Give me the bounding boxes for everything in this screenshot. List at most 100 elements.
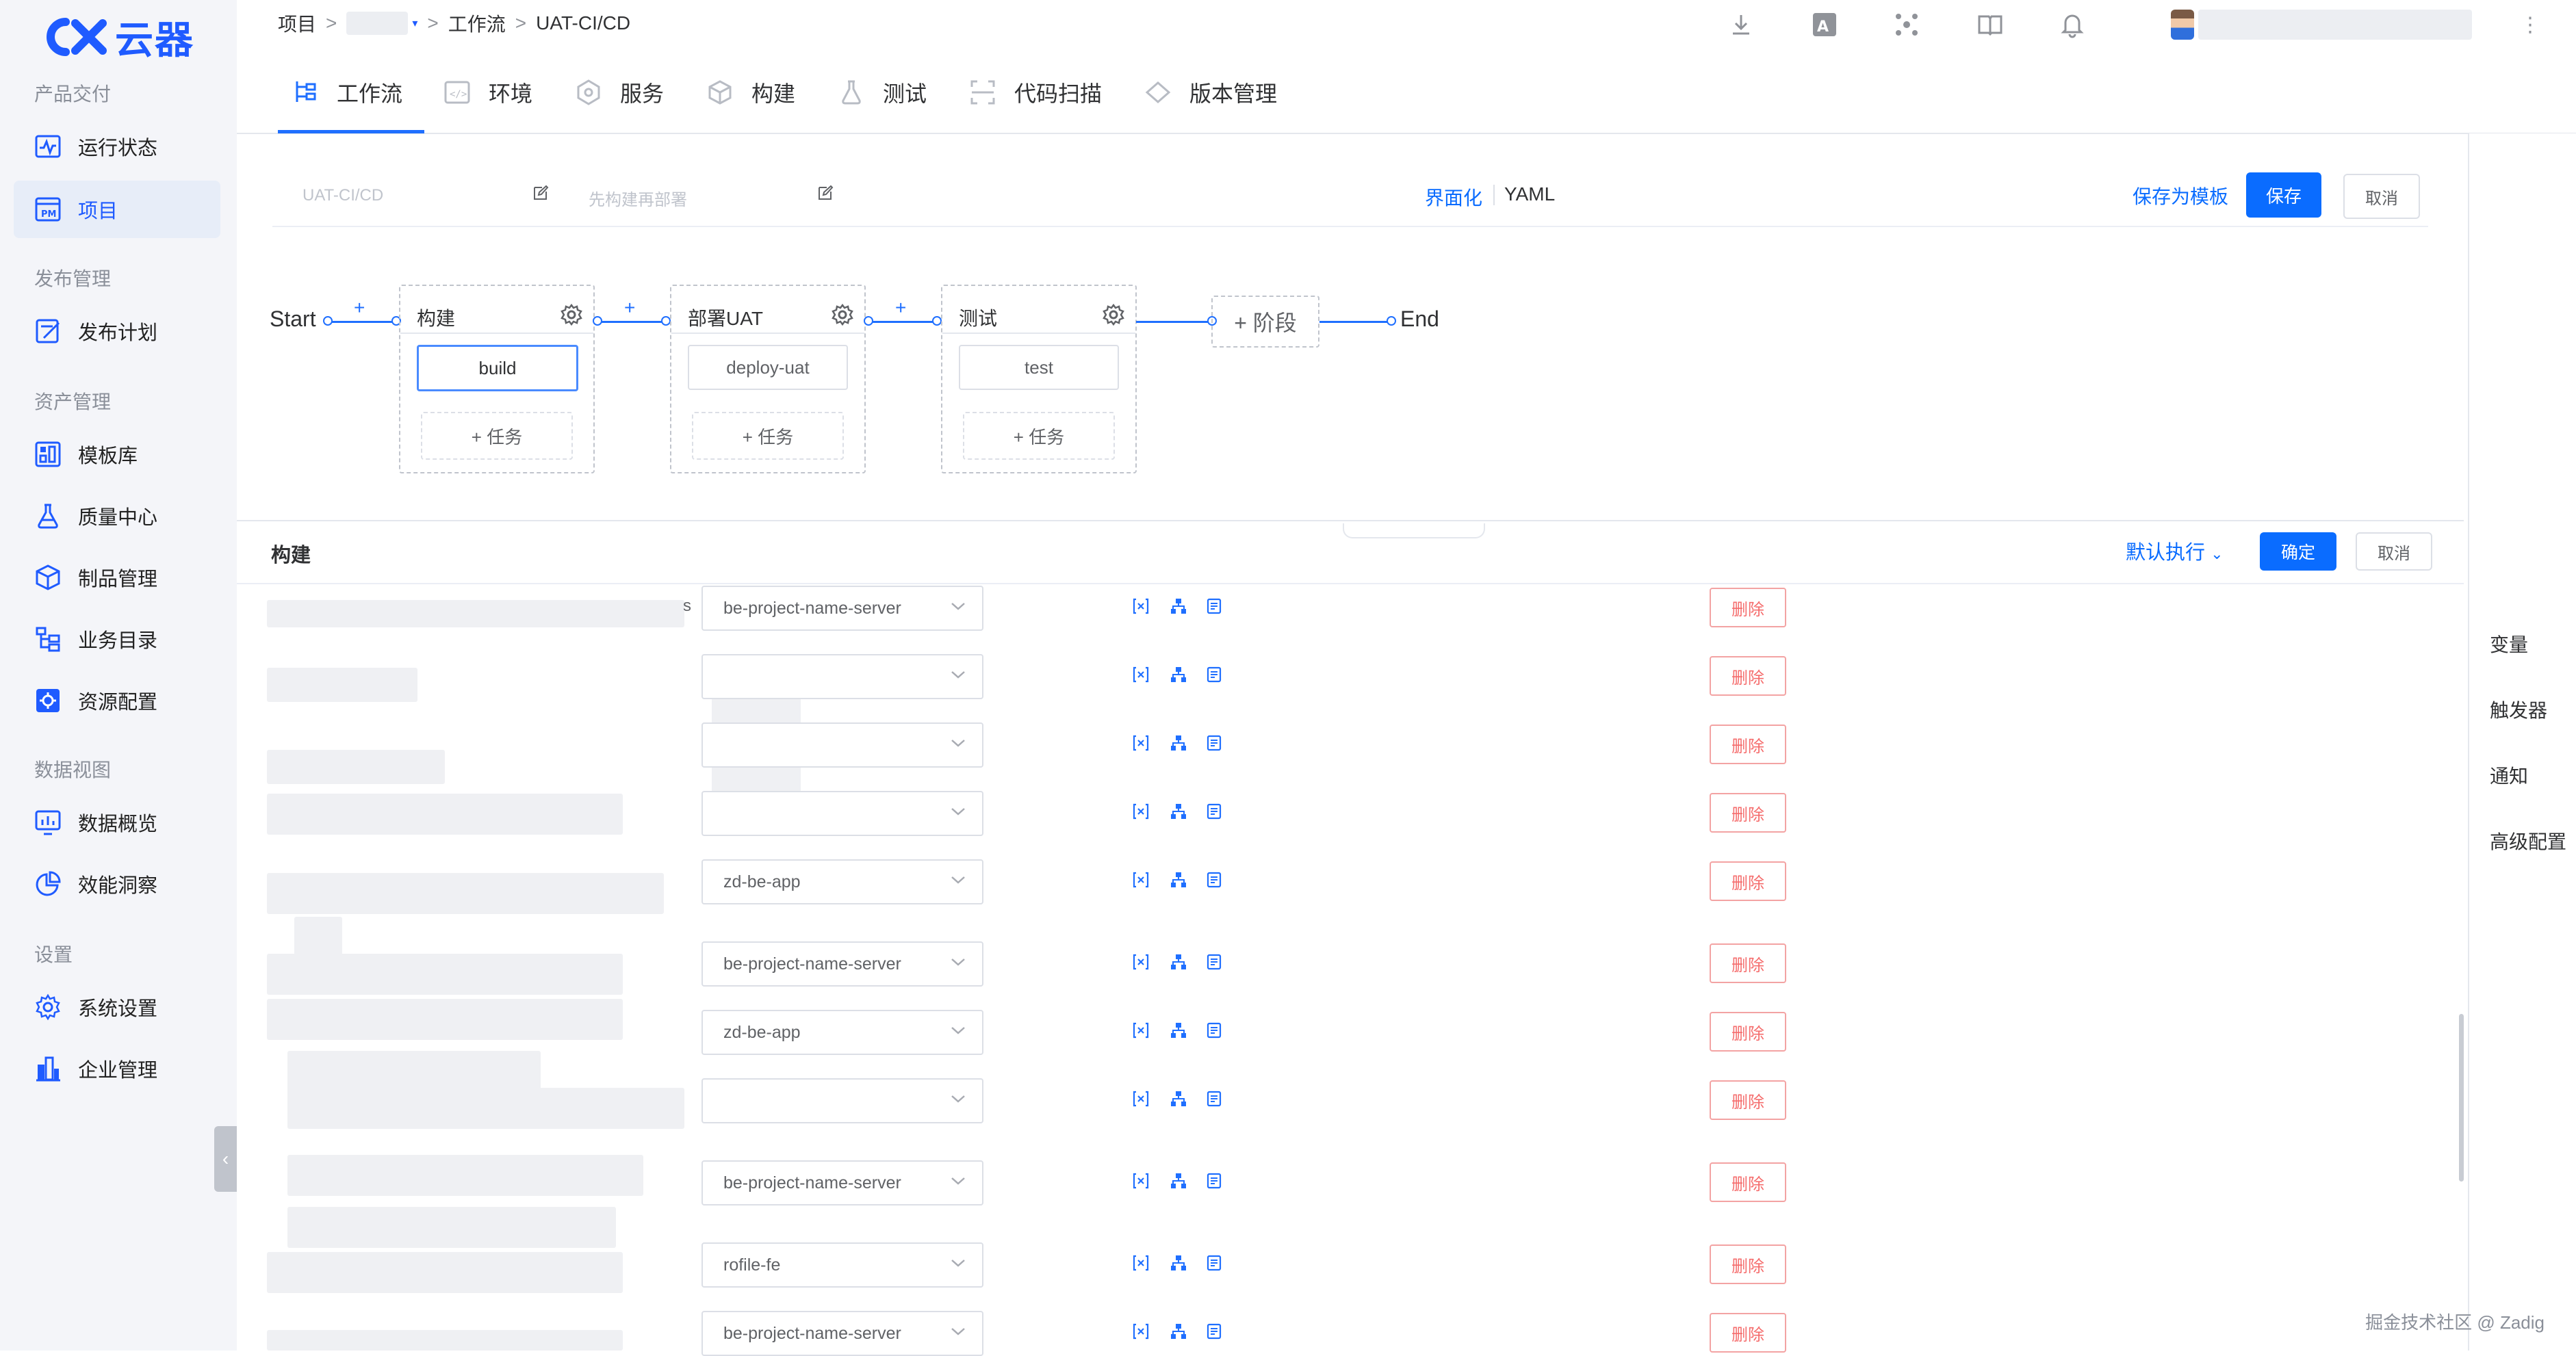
dependency-tree-icon[interactable] [1170, 666, 1187, 683]
sidebar-collapse-button[interactable]: ‹ [214, 1126, 237, 1192]
integration-nodes-icon[interactable] [1893, 11, 1920, 38]
sidebar-item-enterprise[interactable]: 企业管理 [14, 1040, 220, 1097]
config-document-icon[interactable] [1206, 803, 1224, 820]
variables-icon[interactable] [1132, 953, 1150, 971]
default-exec-dropdown[interactable]: 默认执行 ⌄ [2126, 536, 2224, 565]
edit-description-icon[interactable] [817, 185, 834, 201]
docs-book-icon[interactable] [1976, 11, 2004, 38]
side-panel-triggers[interactable]: 触发器 [2490, 696, 2547, 723]
sidebar-item-run-status[interactable]: 运行状态 [14, 118, 220, 175]
scrollbar[interactable] [2459, 1014, 2464, 1182]
delete-row-button[interactable]: 删除 [1710, 588, 1786, 627]
insert-stage-plus-button[interactable]: + [895, 297, 906, 319]
service-select[interactable]: zd-be-app [701, 1010, 983, 1055]
sidebar-item-catalog[interactable]: 业务目录 [14, 610, 220, 668]
translate-icon[interactable]: A [1811, 11, 1838, 38]
sidebar-item-project[interactable]: PM 项目 [14, 181, 220, 238]
dependency-tree-icon[interactable] [1170, 1021, 1187, 1039]
dependency-tree-icon[interactable] [1170, 1254, 1187, 1272]
more-vertical-icon[interactable]: ⋮ [2520, 13, 2540, 37]
tab-service[interactable]: 服务 [575, 52, 664, 133]
stage-deploy-uat[interactable]: 部署UAT deploy-uat + 任务 [670, 285, 866, 473]
delete-row-button[interactable]: 删除 [1710, 943, 1786, 983]
service-select[interactable]: be-project-name-server [701, 1160, 983, 1205]
edit-name-icon[interactable] [532, 185, 549, 201]
dependency-tree-icon[interactable] [1170, 597, 1187, 615]
user-menu[interactable]: ⋮ [2171, 8, 2540, 41]
dependency-tree-icon[interactable] [1170, 1172, 1187, 1190]
sidebar-item-resource-config[interactable]: 资源配置 [14, 672, 220, 729]
config-document-icon[interactable] [1206, 666, 1224, 683]
variables-icon[interactable] [1132, 666, 1150, 683]
variables-icon[interactable] [1132, 803, 1150, 820]
config-document-icon[interactable] [1206, 734, 1224, 752]
save-button[interactable]: 保存 [2246, 172, 2321, 218]
delete-row-button[interactable]: 删除 [1710, 861, 1786, 901]
delete-row-button[interactable]: 删除 [1710, 1080, 1786, 1120]
sidebar-item-data-overview[interactable]: 数据概览 [14, 794, 220, 851]
delete-row-button[interactable]: 删除 [1710, 793, 1786, 833]
sidebar-item-template-library[interactable]: 模板库 [14, 426, 220, 483]
tab-test[interactable]: 测试 [838, 52, 927, 133]
side-panel-notifications[interactable]: 通知 [2490, 761, 2528, 789]
workflow-description-field[interactable]: 先构建再部署 [589, 186, 687, 210]
download-icon[interactable] [1727, 11, 1755, 38]
confirm-button[interactable]: 确定 [2260, 532, 2336, 571]
tab-version-management[interactable]: 版本管理 [1144, 52, 1277, 133]
sidebar-item-system-settings[interactable]: 系统设置 [14, 978, 220, 1036]
tab-environment[interactable]: </> 环境 [443, 52, 532, 133]
breadcrumb-dropdown-icon[interactable]: ▾ [412, 16, 417, 30]
dependency-tree-icon[interactable] [1170, 734, 1187, 752]
dependency-tree-icon[interactable] [1170, 953, 1187, 971]
delete-row-button[interactable]: 删除 [1710, 725, 1786, 764]
service-select[interactable]: be-project-name-server [701, 586, 983, 631]
breadcrumb-project-name-redacted[interactable] [346, 12, 409, 35]
notification-bell-icon[interactable] [2059, 11, 2086, 38]
delete-row-button[interactable]: 删除 [1710, 1244, 1786, 1284]
mode-ui-toggle[interactable]: 界面化 [1425, 183, 1482, 211]
delete-row-button[interactable]: 删除 [1710, 1162, 1786, 1202]
dependency-tree-icon[interactable] [1170, 1090, 1187, 1108]
service-select[interactable]: zd-be-app [701, 859, 983, 904]
mode-yaml-toggle[interactable]: YAML [1504, 183, 1555, 205]
stage-test[interactable]: 测试 test + 任务 [941, 285, 1137, 473]
sidebar-item-efficiency-insight[interactable]: 效能洞察 [14, 855, 220, 913]
config-document-icon[interactable] [1206, 871, 1224, 889]
variables-icon[interactable] [1132, 734, 1150, 752]
dependency-tree-icon[interactable] [1170, 1322, 1187, 1340]
variables-icon[interactable] [1132, 1172, 1150, 1190]
tab-build[interactable]: 构建 [706, 52, 795, 133]
config-document-icon[interactable] [1206, 1172, 1224, 1190]
config-document-icon[interactable] [1206, 1322, 1224, 1340]
cancel-button[interactable]: 取消 [2343, 174, 2420, 219]
variables-icon[interactable] [1132, 1322, 1150, 1340]
insert-stage-plus-button[interactable]: + [354, 297, 365, 319]
panel-splitter[interactable] [237, 520, 2464, 521]
service-select[interactable] [701, 791, 983, 836]
delete-row-button[interactable]: 删除 [1710, 656, 1786, 696]
sidebar-item-quality-center[interactable]: 质量中心 [14, 487, 220, 545]
breadcrumb-root[interactable]: 项目 [278, 10, 316, 37]
config-document-icon[interactable] [1206, 1090, 1224, 1108]
delete-row-button[interactable]: 删除 [1710, 1313, 1786, 1353]
add-task-button[interactable]: + 任务 [421, 412, 573, 460]
stage-settings-gear-icon[interactable] [1103, 304, 1124, 326]
service-select[interactable] [701, 654, 983, 699]
variables-icon[interactable] [1132, 597, 1150, 615]
service-select[interactable]: rofile-fe [701, 1242, 983, 1288]
panel-cancel-button[interactable]: 取消 [2356, 532, 2432, 571]
brand-logo[interactable]: 云器 [40, 12, 194, 62]
save-as-template-button[interactable]: 保存为模板 [2133, 182, 2228, 209]
tab-workflow[interactable]: 工作流 [292, 52, 402, 133]
workflow-name-field[interactable]: UAT-CI/CD [302, 186, 383, 205]
variables-icon[interactable] [1132, 1021, 1150, 1039]
stage-settings-gear-icon[interactable] [561, 304, 582, 326]
side-panel-advanced[interactable]: 高级配置 [2490, 827, 2566, 855]
side-panel-variables[interactable]: 变量 [2490, 630, 2528, 657]
service-select[interactable]: be-project-name-server [701, 1311, 983, 1356]
sidebar-item-release-plan[interactable]: 发布计划 [14, 302, 220, 360]
service-select[interactable]: be-project-name-server [701, 941, 983, 987]
job-card-test[interactable]: test [959, 345, 1119, 390]
tab-code-scan[interactable]: 代码扫描 [969, 52, 1102, 133]
service-select[interactable] [701, 722, 983, 768]
